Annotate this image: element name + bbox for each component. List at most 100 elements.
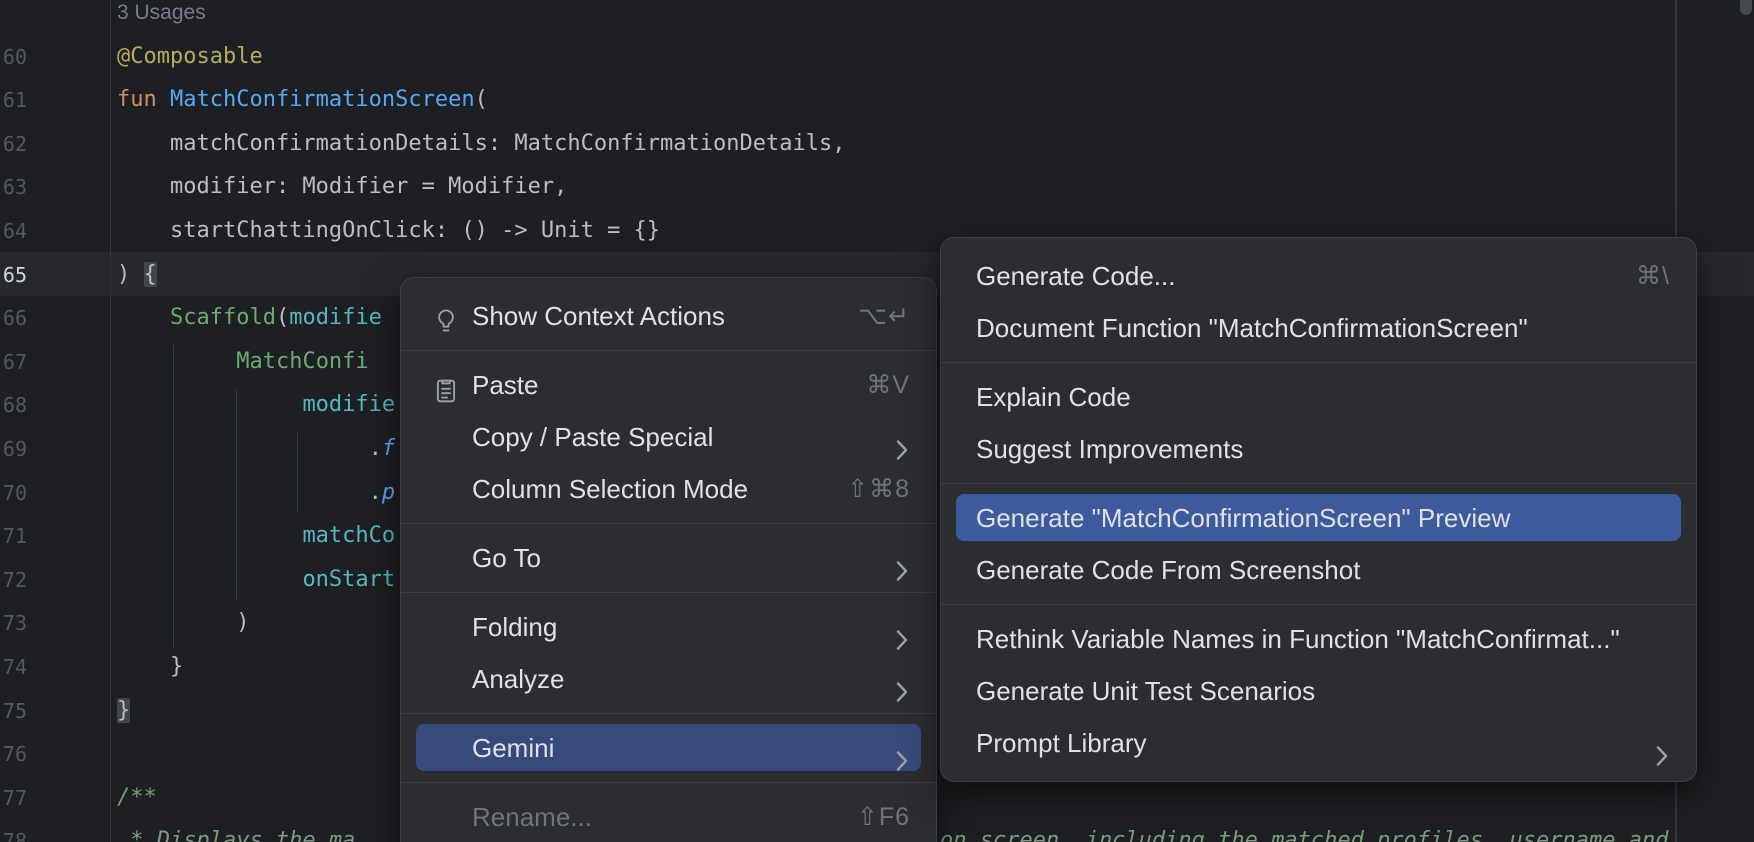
menu-item-generate-matchconfirmationscreen-preview[interactable]: Generate "MatchConfirmationScreen" Previ…	[941, 492, 1696, 544]
line-number: 64	[0, 209, 27, 253]
menu-item-label: Analyze	[472, 664, 565, 694]
code-text: MatchConfi	[117, 340, 369, 384]
code-token: @Composable	[117, 44, 263, 69]
code-token: MatchConfi	[236, 349, 368, 374]
menu-item-label: Rename...	[472, 802, 592, 832]
menu-item-folding[interactable]: Folding	[401, 601, 936, 653]
menu-item-go-to[interactable]: Go To	[401, 532, 936, 584]
line-number: 74	[0, 645, 27, 689]
code-token	[117, 392, 302, 417]
code-text: .p	[117, 471, 395, 515]
line-number: 70	[0, 471, 27, 515]
gemini-submenu: Generate Code... ⌘\ Document Function "Mat…	[940, 237, 1697, 782]
line-number: 75	[0, 689, 27, 733]
line-number: 62	[0, 122, 27, 166]
line-number: 65	[0, 253, 27, 297]
menu-item-prompt-library[interactable]: Prompt Library	[941, 717, 1696, 769]
menu-item-label: Folding	[472, 612, 557, 642]
code-token: modifie	[302, 392, 395, 417]
code-text: Scaffold(modifie	[117, 296, 382, 340]
shortcut-hint: ⌘V	[866, 359, 910, 411]
lightbulb-icon	[431, 301, 461, 353]
code-text: modifie	[117, 383, 395, 427]
code-text: .f	[117, 427, 395, 471]
menu-item-label: Copy / Paste Special	[472, 422, 713, 452]
code-token	[117, 567, 302, 592]
shortcut-hint: ⇧⌘8	[847, 463, 910, 515]
code-token: f	[382, 436, 395, 461]
menu-item-generate-code[interactable]: Generate Code... ⌘\	[941, 250, 1696, 302]
menu-item-suggest-improvements[interactable]: Suggest Improvements	[941, 423, 1696, 475]
menu-item-label: Gemini	[472, 733, 554, 763]
menu-item-gemini[interactable]: Gemini	[401, 722, 936, 774]
code-text: }	[117, 645, 183, 689]
menu-separator	[401, 592, 936, 593]
code-line-63[interactable]: 63 modifier: Modifier = Modifier,	[0, 165, 1754, 209]
editor-context-menu: Show Context Actions⌥↵ Paste ⌘V Copy / Past…	[400, 277, 937, 842]
line-number: 69	[0, 427, 27, 471]
menu-item-label: Generate Unit Test Scenarios	[976, 676, 1315, 706]
code-line-62[interactable]: 62 matchConfirmationDetails: MatchConfir…	[0, 122, 1754, 166]
code-text: matchConfirmationDetails: MatchConfirmat…	[117, 122, 845, 166]
menu-item-analyze[interactable]: Analyze	[401, 653, 936, 705]
menu-item-label: Generate Code...	[976, 261, 1175, 291]
menu-item-copy-paste-special[interactable]: Copy / Paste Special	[401, 411, 936, 463]
code-text: fun MatchConfirmationScreen(	[117, 78, 488, 122]
menu-item-label: Suggest Improvements	[976, 434, 1243, 464]
code-token: (	[475, 87, 488, 112]
menu-separator	[401, 350, 936, 351]
code-token: matchCo	[302, 523, 395, 548]
menu-item-label: Prompt Library	[976, 728, 1147, 758]
menu-item-explain-code[interactable]: Explain Code	[941, 371, 1696, 423]
code-editor[interactable]: 3 Usages 60@Composable61 fun MatchConfirma…	[0, 0, 1754, 842]
menu-separator	[941, 483, 1696, 484]
code-token: (	[276, 305, 289, 330]
menu-item-paste[interactable]: Paste ⌘V	[401, 359, 936, 411]
line-number: 73	[0, 601, 27, 645]
line-number: 77	[0, 776, 27, 820]
code-token	[117, 349, 236, 374]
menu-item-document-function-matchconfirmationscreen[interactable]: Document Function "MatchConfirmationScre…	[941, 302, 1696, 354]
menu-item-label: Paste	[472, 370, 539, 400]
code-text: }	[117, 689, 130, 733]
code-token: modifie	[289, 305, 382, 330]
shortcut-hint: ⌘\	[1636, 250, 1670, 302]
code-line-60[interactable]: 60@Composable	[0, 35, 1754, 79]
menu-item-label: Rethink Variable Names in Function "Matc…	[976, 624, 1620, 654]
menu-item-show-context-actions[interactable]: Show Context Actions⌥↵	[401, 290, 936, 342]
usages-inlay-hint[interactable]: 3 Usages	[0, 0, 1754, 35]
code-line-61[interactable]: 61 fun MatchConfirmationScreen(	[0, 78, 1754, 122]
menu-item-label: Generate "MatchConfirmationScreen" Previ…	[976, 503, 1510, 533]
code-token	[117, 610, 236, 635]
menu-item-generate-unit-test-scenarios[interactable]: Generate Unit Test Scenarios	[941, 665, 1696, 717]
chevron-right-icon	[896, 616, 908, 668]
code-text: modifier: Modifier = Modifier,	[117, 165, 567, 209]
code-text: 3 Usages	[117, 0, 206, 35]
menu-item-rethink-variable-names-in-function-matchco[interactable]: Rethink Variable Names in Function "Matc…	[941, 613, 1696, 665]
menu-separator	[941, 362, 1696, 363]
menu-item-label: Show Context Actions	[472, 301, 725, 331]
line-number: 72	[0, 558, 27, 602]
code-token: 3 Usages	[117, 1, 206, 24]
menu-item-column-selection-mode[interactable]: Column Selection Mode⇧⌘8	[401, 463, 936, 515]
menu-item-label: Explain Code	[976, 382, 1131, 412]
code-text: onStart	[117, 558, 395, 602]
chevron-right-icon	[1656, 732, 1668, 784]
code-token: Scaffold	[170, 305, 276, 330]
menu-item-rename[interactable]: Rename...⇧F6	[401, 791, 936, 842]
code-token	[117, 436, 369, 461]
code-token: .	[369, 480, 382, 505]
menu-item-label: Document Function "MatchConfirmationScre…	[976, 313, 1528, 343]
line-number: 78	[0, 819, 27, 842]
code-text: ) {	[117, 253, 157, 297]
code-token: * Displays the ma	[117, 828, 355, 842]
menu-item-generate-code-from-screenshot[interactable]: Generate Code From Screenshot	[941, 544, 1696, 596]
line-number: 61	[0, 78, 27, 122]
code-token: onStart	[302, 567, 395, 592]
code-token	[117, 305, 170, 330]
code-text: @Composable	[117, 35, 263, 79]
code-token: fun	[117, 87, 170, 112]
code-token: .	[369, 436, 382, 461]
code-token: {	[144, 262, 157, 287]
line-number: 63	[0, 165, 27, 209]
